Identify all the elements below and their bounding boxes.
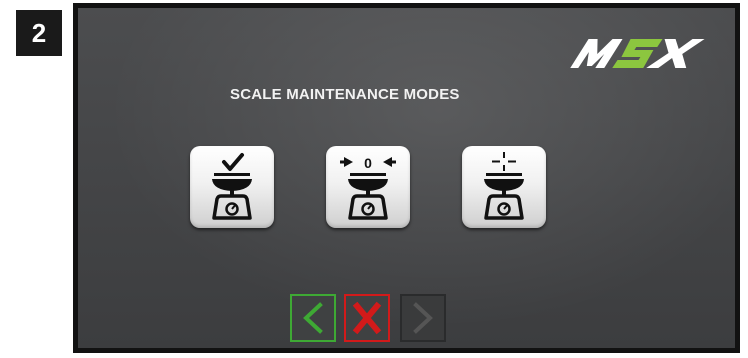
next-button[interactable] (400, 294, 446, 342)
cancel-button[interactable] (344, 294, 390, 342)
scale-zero-mode-button[interactable]: 0 (326, 146, 410, 228)
back-button[interactable] (290, 294, 336, 342)
scale-calibrate-mode-button[interactable] (462, 146, 546, 228)
screen-title: SCALE MAINTENANCE MODES (230, 86, 460, 103)
scale-check-mode-button[interactable] (190, 146, 274, 228)
x-icon (352, 301, 382, 335)
scale-zero-icon: 0 (340, 155, 396, 220)
chevron-right-icon (413, 302, 433, 334)
device-screen: SCALE MAINTENANCE MODES 0 (73, 3, 740, 353)
chevron-left-icon (303, 302, 323, 334)
msx-logo (570, 39, 705, 68)
scale-check-icon (212, 153, 252, 220)
scale-crosshair-icon (484, 152, 524, 220)
zero-label: 0 (364, 155, 372, 171)
step-number-badge: 2 (16, 10, 62, 56)
